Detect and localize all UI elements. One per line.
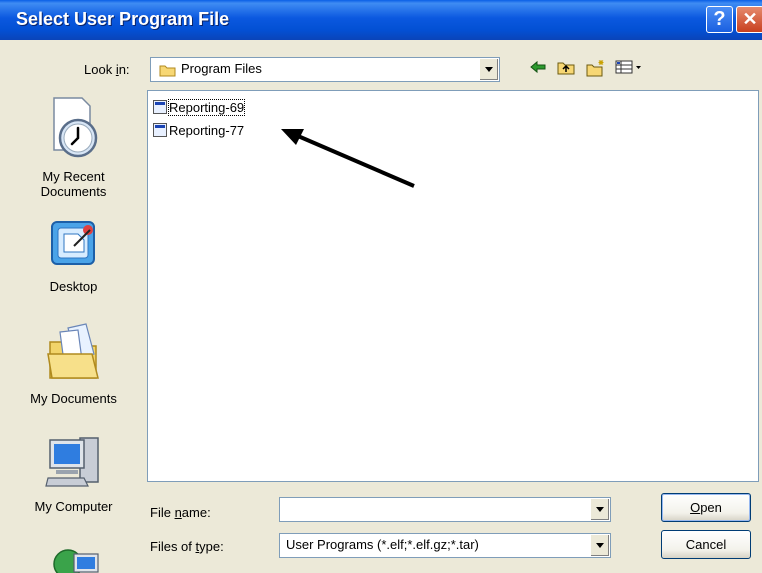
new-folder-icon[interactable] <box>585 59 607 79</box>
place-my-network-places[interactable] <box>0 536 147 573</box>
file-name-input[interactable] <box>279 497 611 522</box>
my-computer-icon <box>44 437 99 487</box>
files-of-type-dropdown[interactable]: User Programs (*.elf;*.elf.gz;*.tar) <box>279 533 611 558</box>
close-button[interactable]: ✕ <box>736 6 762 33</box>
place-my-computer[interactable]: My Computer <box>0 430 147 514</box>
folder-icon <box>159 65 176 77</box>
look-in-dropdown[interactable]: Program Files <box>150 57 500 82</box>
look-in-value: Program Files <box>181 61 262 76</box>
annotation-arrow <box>281 129 415 188</box>
file-name-label: File name: <box>150 505 211 520</box>
place-label: My Recent Documents <box>40 169 107 199</box>
file-name-dropdown-button[interactable] <box>590 499 609 520</box>
views-menu-icon[interactable] <box>615 59 643 79</box>
file-dialog-window: Select User Program File ? ✕ Look in: Pr… <box>0 0 762 573</box>
files-of-type-label: Files of type: <box>150 539 224 554</box>
open-button[interactable]: Open <box>661 493 751 522</box>
back-arrow-icon[interactable] <box>527 59 549 79</box>
title-bar[interactable]: Select User Program File ? ✕ <box>0 0 762 40</box>
place-label: Desktop <box>49 279 98 294</box>
place-label: My Computer <box>34 499 113 514</box>
look-in-label: Look in: <box>84 62 130 77</box>
help-button[interactable]: ? <box>706 6 733 33</box>
places-bar: My Recent Documents Desktop My Documents <box>0 88 147 573</box>
place-desktop[interactable]: Desktop <box>0 216 147 294</box>
window-title: Select User Program File <box>16 9 230 29</box>
place-label: My Documents <box>30 391 117 406</box>
my-documents-icon <box>46 323 99 379</box>
files-of-type-dropdown-button[interactable] <box>590 535 609 556</box>
files-of-type-value: User Programs (*.elf;*.elf.gz;*.tar) <box>286 537 479 552</box>
recent-documents-icon <box>52 97 97 158</box>
cancel-button[interactable]: Cancel <box>661 530 751 559</box>
place-my-recent-documents[interactable]: My Recent Documents <box>0 94 147 199</box>
file-list[interactable]: Reporting-69 Reporting-77 <box>147 90 759 482</box>
look-in-dropdown-button[interactable] <box>479 59 498 80</box>
up-folder-icon[interactable] <box>555 59 577 79</box>
place-my-documents[interactable]: My Documents <box>0 320 147 406</box>
desktop-icon <box>50 221 95 265</box>
network-places-icon <box>52 549 99 573</box>
